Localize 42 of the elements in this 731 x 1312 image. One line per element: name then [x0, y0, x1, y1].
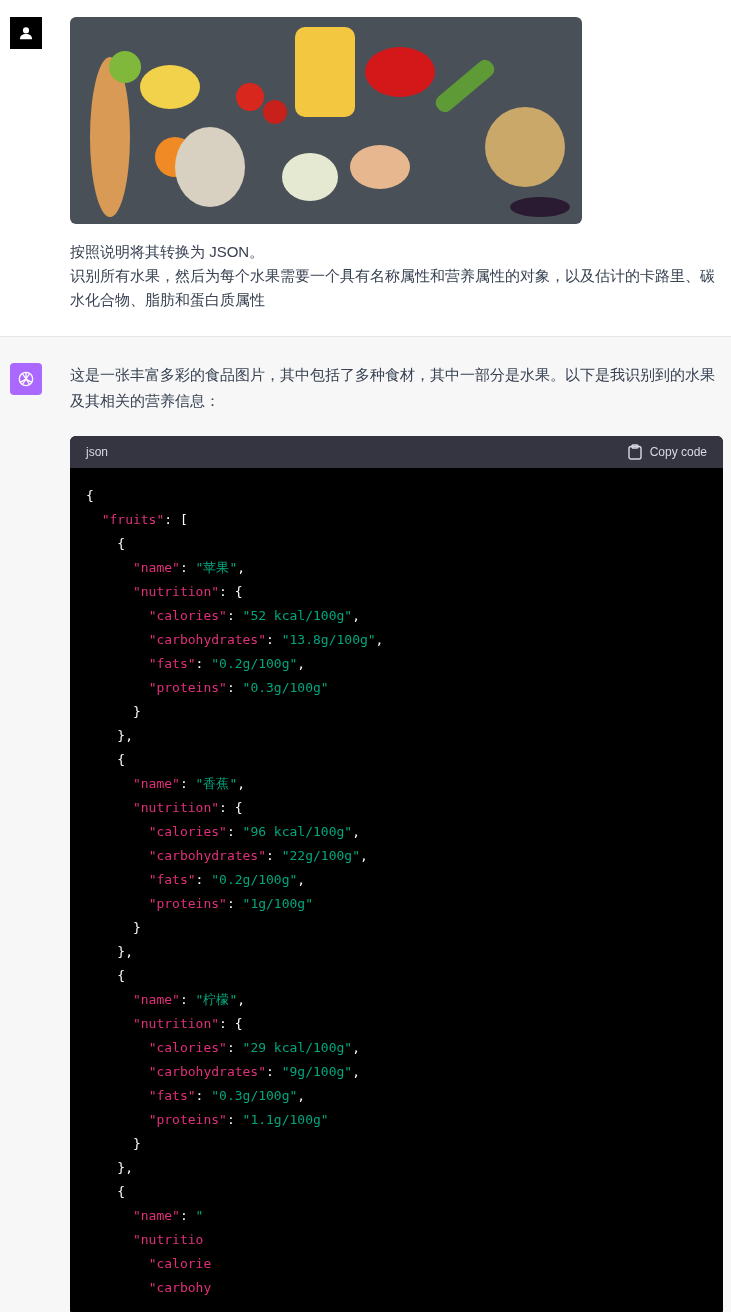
code-line: "nutrition": { — [131, 583, 244, 601]
logo-icon — [16, 369, 36, 389]
code-line: "calories": "96 kcal/100g", — [147, 823, 361, 841]
code-line: "nutritio — [131, 1231, 205, 1249]
code-line: "calories": "52 kcal/100g", — [147, 607, 361, 625]
code-line: "proteins": "1.1g/100g" — [147, 1111, 330, 1129]
code-line: { — [86, 487, 95, 505]
code-line: "proteins": "1g/100g" — [147, 895, 314, 913]
code-line: } — [131, 703, 142, 721]
code-line: "carbohydrates": "9g/100g", — [147, 1063, 361, 1081]
code-line: { — [116, 751, 127, 769]
person-icon — [19, 26, 33, 40]
code-line: "fruits": [ — [100, 511, 189, 529]
code-line: "name": "苹果", — [131, 559, 247, 577]
code-line: "fats": "0.2g/100g", — [147, 655, 307, 673]
code-line: "nutrition": { — [131, 1015, 244, 1033]
code-line: "fats": "0.3g/100g", — [147, 1087, 307, 1105]
code-line: { — [116, 967, 127, 985]
copy-code-button[interactable]: Copy code — [627, 444, 707, 460]
code-line: "calorie — [147, 1255, 213, 1273]
message-text: 按照说明将其转换为 JSON。 — [70, 242, 266, 262]
code-line: "fats": "0.2g/100g", — [147, 871, 307, 889]
clipboard-icon — [627, 444, 642, 460]
code-line: }, — [116, 943, 134, 961]
code-line: "calories": "29 kcal/100g", — [147, 1039, 361, 1057]
code-line: "nutrition": { — [131, 799, 244, 817]
code-line: }, — [116, 727, 134, 745]
code-line: } — [131, 919, 142, 937]
code-line: "carbohydrates": "22g/100g", — [147, 847, 369, 865]
code-line: "name": "柠檬", — [131, 991, 247, 1009]
code-line: "carbohy — [147, 1279, 213, 1297]
message-text: 识别所有水果，然后为每个水果需要一个具有名称属性和营养属性的对象，以及估计的卡路里、碳水化合物、脂肪和蛋白质属性 — [70, 266, 715, 310]
code-line: { — [116, 535, 127, 553]
language-label: json — [86, 444, 108, 460]
code-line: "name": "香蕉", — [131, 775, 247, 793]
code-line: { — [116, 1183, 127, 1201]
code-line: "name": " — [131, 1207, 205, 1225]
code-line: "proteins": "0.3g/100g" — [147, 679, 330, 697]
code-line: }, — [116, 1159, 134, 1177]
response-text: 这是一张丰富多彩的食品图片，其中包括了多种食材，其中一部分是水果。以下是我识别到的水果及其相关的营养信息： — [70, 365, 715, 411]
code-line: "carbohydrates": "13.8g/100g", — [147, 631, 385, 649]
code-line: } — [131, 1135, 142, 1153]
